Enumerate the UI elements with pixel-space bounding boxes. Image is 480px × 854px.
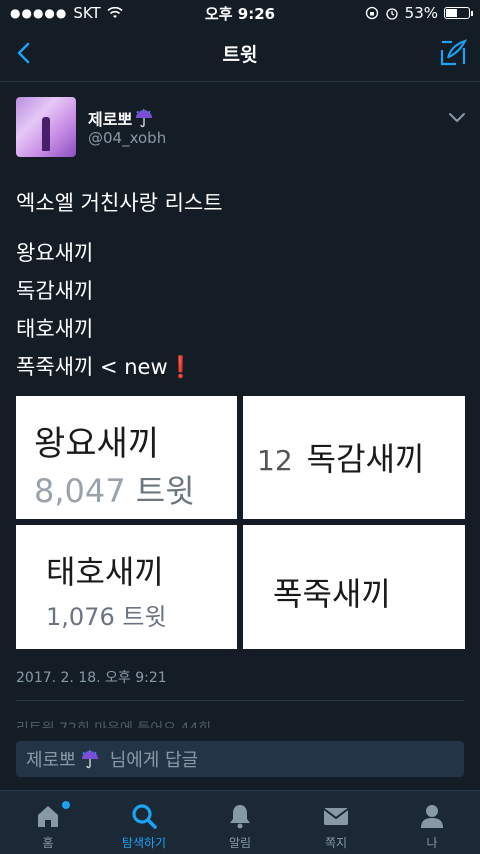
tile-count: 8,047 트윗 bbox=[34, 466, 195, 512]
tile-title: 태호새끼 bbox=[46, 553, 164, 591]
tweet-timestamp: 2017. 2. 18. 오후 9:21 bbox=[16, 670, 167, 686]
tile-title: 독감새끼 bbox=[306, 440, 425, 478]
status-left: ●●●●● SKT bbox=[10, 4, 123, 22]
tile-title: 왕요새끼 bbox=[34, 424, 160, 464]
search-icon bbox=[132, 804, 157, 829]
media-image-2[interactable]: 12 독감새끼 bbox=[243, 396, 465, 519]
tweet-line: 엑소엘 거친사랑 리스트 bbox=[16, 191, 223, 215]
battery-fill bbox=[446, 9, 457, 17]
tile-count-unit: 트윗 bbox=[122, 603, 167, 631]
compose-tweet-icon[interactable] bbox=[438, 38, 468, 68]
tab-notifications[interactable]: 알림 bbox=[192, 791, 288, 854]
home-icon bbox=[38, 806, 58, 827]
page-title: 트윗 bbox=[222, 44, 258, 66]
user-handle[interactable]: @04_xobh bbox=[88, 129, 166, 147]
battery-icon bbox=[444, 7, 473, 19]
bell-icon bbox=[230, 805, 250, 829]
reply-placeholder-suffix: 님에게 답글 bbox=[109, 750, 199, 771]
nav-bar: 트윗 bbox=[0, 26, 480, 82]
divider bbox=[16, 700, 464, 701]
tile-count-unit: 트윗 bbox=[135, 472, 195, 510]
reply-input[interactable]: 제로뽀 님에게 답글 bbox=[16, 741, 464, 777]
media-image-1[interactable]: 왕요새끼 8,047 트윗 bbox=[16, 396, 237, 519]
tile-count: 1,076 트윗 bbox=[46, 597, 167, 632]
media-grid: 왕요새끼 8,047 트윗 12 독감새끼 태호새끼 1,076 트윗 폭죽새끼 bbox=[16, 396, 465, 649]
tile-count-value: 12 bbox=[257, 444, 293, 477]
display-name-text: 제로뽀 bbox=[88, 110, 133, 129]
status-bar: ●●●●● SKT 오후 9:26 53% bbox=[0, 0, 480, 26]
umbrella-rain-icon bbox=[136, 108, 153, 128]
battery-percent: 53% bbox=[404, 4, 438, 22]
status-right: 53% bbox=[365, 4, 473, 22]
reply-placeholder-name: 제로뽀 bbox=[26, 750, 76, 771]
exclamation-icon: ❗ bbox=[167, 355, 194, 379]
notification-dot bbox=[62, 801, 70, 809]
envelope-icon bbox=[323, 808, 349, 825]
tab-home[interactable]: 홈 bbox=[0, 791, 96, 854]
tweet-text: 엑소엘 거친사랑 리스트 왕요새끼 독감새끼 태호새끼 폭죽새끼 < new❗ bbox=[16, 184, 466, 386]
alarm-icon bbox=[386, 8, 398, 20]
tile-count-value: 8,047 bbox=[34, 472, 126, 510]
chevron-down-icon[interactable] bbox=[448, 112, 466, 124]
tweet-detail: 제로뽀 @04_xobh 엑소엘 거친사랑 리스트 왕요새끼 독감새끼 태호새끼… bbox=[0, 82, 480, 728]
status-time: 오후 9:26 bbox=[204, 4, 276, 23]
tweet-line: 태호새끼 bbox=[16, 317, 94, 341]
back-chevron-icon[interactable] bbox=[10, 38, 40, 68]
tile-row: 12 독감새끼 bbox=[257, 434, 424, 480]
media-image-4[interactable]: 폭죽새끼 bbox=[243, 525, 465, 649]
tweet-line-text: 폭죽새끼 < new bbox=[16, 355, 168, 379]
avatar[interactable] bbox=[16, 97, 76, 157]
tab-label: 쪽지 bbox=[324, 836, 348, 850]
tab-label: 홈 bbox=[42, 836, 54, 850]
tweet-line: 왕요새끼 bbox=[16, 241, 94, 265]
rotation-lock-icon bbox=[365, 6, 378, 20]
media-image-3[interactable]: 태호새끼 1,076 트윗 bbox=[16, 525, 237, 649]
tab-label: 알림 bbox=[228, 836, 252, 850]
tab-label: 탐색하기 bbox=[121, 836, 167, 850]
tab-label: 나 bbox=[426, 836, 438, 850]
tab-bar: 홈 탐색하기 알림 쪽지 나 bbox=[0, 790, 480, 854]
tab-messages[interactable]: 쪽지 bbox=[288, 791, 384, 854]
tile-title: 폭죽새끼 bbox=[273, 575, 391, 613]
tweet-line-last: 폭죽새끼 < new❗ bbox=[16, 348, 466, 386]
tweet-stats[interactable]: 리트윗 72회 마음에 들어요 44회 bbox=[16, 718, 211, 728]
signal-dots-icon: ●●●●● bbox=[10, 6, 68, 20]
user-display-name[interactable]: 제로뽀 bbox=[88, 106, 154, 130]
carrier-label: SKT bbox=[73, 4, 101, 22]
tab-profile[interactable]: 나 bbox=[384, 791, 480, 854]
umbrella-rain-icon bbox=[81, 749, 98, 769]
tab-explore[interactable]: 탐색하기 bbox=[96, 791, 192, 854]
wifi-icon bbox=[107, 7, 123, 18]
avatar-figure bbox=[42, 117, 50, 151]
tweet-line: 독감새끼 bbox=[16, 279, 94, 303]
reply-area: 제로뽀 님에게 답글 bbox=[0, 728, 480, 790]
person-icon bbox=[421, 805, 443, 828]
tile-count-value: 1,076 bbox=[46, 603, 115, 631]
